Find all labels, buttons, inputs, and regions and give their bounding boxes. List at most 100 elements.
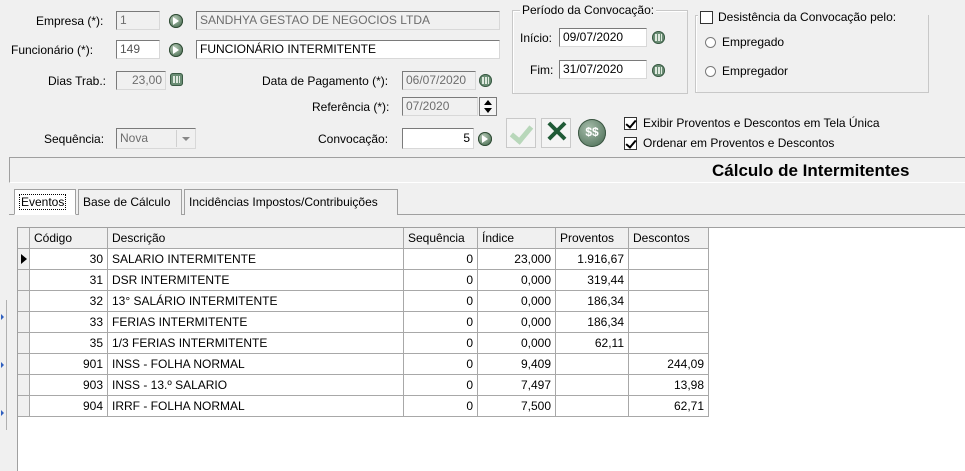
cell-indice[interactable]: 9,409: [478, 354, 556, 375]
radio-empregador[interactable]: [705, 66, 716, 77]
tab-incidencias[interactable]: Incidências Impostos/Contribuições: [184, 189, 398, 215]
cell-codigo[interactable]: 901: [30, 354, 108, 375]
cell-codigo[interactable]: 904: [30, 396, 108, 417]
referencia-spinner[interactable]: [479, 97, 497, 116]
column-header-proventos[interactable]: Proventos: [556, 228, 629, 249]
cell-descontos[interactable]: [629, 249, 709, 270]
cell-proventos[interactable]: 186,34: [556, 312, 629, 333]
cell-proventos[interactable]: 1.916,67: [556, 249, 629, 270]
data-pagamento-calendar-icon[interactable]: [479, 74, 492, 87]
funcionario-code-field[interactable]: 149: [116, 40, 160, 59]
column-header-indice[interactable]: Índice: [478, 228, 556, 249]
cell-indice[interactable]: 7,497: [478, 375, 556, 396]
cell-sequencia[interactable]: 0: [404, 354, 478, 375]
row-indicator[interactable]: [18, 375, 30, 396]
cell-sequencia[interactable]: 0: [404, 312, 478, 333]
empresa-lookup-icon[interactable]: [169, 14, 183, 28]
money-button[interactable]: $$: [578, 119, 606, 147]
inicio-field[interactable]: 09/07/2020: [559, 28, 647, 47]
splitter-handle[interactable]: [0, 300, 7, 430]
cancel-x-icon: ✕: [544, 116, 570, 150]
cell-proventos[interactable]: [556, 354, 629, 375]
inicio-calendar-icon[interactable]: [652, 31, 665, 44]
cell-codigo[interactable]: 35: [30, 333, 108, 354]
cell-proventos[interactable]: 186,34: [556, 291, 629, 312]
cell-codigo[interactable]: 33: [30, 312, 108, 333]
cell-sequencia[interactable]: 0: [404, 291, 478, 312]
cell-codigo[interactable]: 903: [30, 375, 108, 396]
empresa-name-field[interactable]: SANDHYA GESTAO DE NEGOCIOS LTDA: [196, 11, 500, 30]
row-indicator[interactable]: [18, 354, 30, 375]
cell-indice[interactable]: 0,000: [478, 333, 556, 354]
column-header-codigo[interactable]: Código: [30, 228, 108, 249]
convocacao-lookup-icon[interactable]: [478, 132, 492, 146]
cell-descricao[interactable]: INSS - 13.º SALARIO: [108, 375, 404, 396]
column-header-descricao[interactable]: Descrição: [108, 228, 404, 249]
cell-descontos[interactable]: 244,09: [629, 354, 709, 375]
cell-indice[interactable]: 7,500: [478, 396, 556, 417]
fim-calendar-icon[interactable]: [652, 64, 665, 77]
cell-descricao[interactable]: IRRF - FOLHA NORMAL: [108, 396, 404, 417]
cell-descontos[interactable]: [629, 291, 709, 312]
calculator-icon[interactable]: [170, 73, 183, 86]
data-pagamento-label: Data de Pagamento (*):: [262, 74, 388, 88]
row-indicator[interactable]: [18, 312, 30, 333]
cell-descontos[interactable]: [629, 270, 709, 291]
exibir-checkbox[interactable]: [624, 117, 637, 130]
cell-sequencia[interactable]: 0: [404, 396, 478, 417]
cell-sequencia[interactable]: 0: [404, 333, 478, 354]
empresa-code-field[interactable]: 1: [116, 11, 160, 30]
events-grid[interactable]: Código Descrição Sequência Índice Proventos D…: [17, 227, 965, 471]
spin-up-icon[interactable]: [484, 100, 492, 105]
cancel-button[interactable]: ✕: [541, 118, 571, 148]
cell-descontos[interactable]: [629, 312, 709, 333]
column-header-descontos[interactable]: Descontos: [629, 228, 709, 249]
row-indicator[interactable]: [18, 291, 30, 312]
funcionario-lookup-icon[interactable]: [169, 43, 183, 57]
data-pagamento-field[interactable]: 06/07/2020: [402, 71, 476, 90]
tab-base-calculo[interactable]: Base de Cálculo: [78, 189, 182, 215]
chevron-down-icon[interactable]: [176, 130, 194, 147]
cell-sequencia[interactable]: 0: [404, 270, 478, 291]
cell-descricao[interactable]: 13° SALÁRIO INTERMITENTE: [108, 291, 404, 312]
cell-sequencia[interactable]: 0: [404, 375, 478, 396]
desistencia-checkbox[interactable]: [700, 11, 713, 24]
confirm-button[interactable]: [506, 118, 536, 148]
tab-eventos[interactable]: Eventos: [14, 189, 76, 215]
cell-proventos[interactable]: 62,11: [556, 333, 629, 354]
cell-indice[interactable]: 0,000: [478, 291, 556, 312]
fim-field[interactable]: 31/07/2020: [559, 60, 647, 79]
radio-empregado[interactable]: [705, 37, 716, 48]
column-header-marker-col[interactable]: [18, 228, 30, 249]
ordenar-checkbox[interactable]: [624, 137, 637, 150]
cell-indice[interactable]: 23,000: [478, 249, 556, 270]
cell-descricao[interactable]: DSR INTERMITENTE: [108, 270, 404, 291]
cell-proventos[interactable]: [556, 396, 629, 417]
cell-descricao[interactable]: SALARIO INTERMITENTE: [108, 249, 404, 270]
cell-codigo[interactable]: 32: [30, 291, 108, 312]
row-indicator[interactable]: [18, 270, 30, 291]
cell-descontos[interactable]: [629, 333, 709, 354]
cell-indice[interactable]: 0,000: [478, 312, 556, 333]
cell-codigo[interactable]: 31: [30, 270, 108, 291]
dias-trab-field[interactable]: 23,00: [116, 71, 166, 90]
cell-proventos[interactable]: 319,44: [556, 270, 629, 291]
row-indicator[interactable]: [18, 396, 30, 417]
cell-descontos[interactable]: 62,71: [629, 396, 709, 417]
cell-descricao[interactable]: 1/3 FERIAS INTERMITENTE: [108, 333, 404, 354]
funcionario-name-field[interactable]: FUNCIONÁRIO INTERMITENTE: [196, 40, 500, 59]
cell-indice[interactable]: 0,000: [478, 270, 556, 291]
referencia-field[interactable]: 07/2020: [402, 97, 478, 116]
spin-down-icon[interactable]: [484, 108, 492, 113]
cell-sequencia[interactable]: 0: [404, 249, 478, 270]
cell-descricao[interactable]: INSS - FOLHA NORMAL: [108, 354, 404, 375]
row-indicator[interactable]: [18, 249, 30, 270]
cell-codigo[interactable]: 30: [30, 249, 108, 270]
column-header-sequencia[interactable]: Sequência: [404, 228, 478, 249]
row-indicator[interactable]: [18, 333, 30, 354]
cell-descontos[interactable]: 13,98: [629, 375, 709, 396]
cell-descricao[interactable]: FERIAS INTERMITENTE: [108, 312, 404, 333]
convocacao-field[interactable]: 5: [402, 128, 474, 149]
sequencia-select[interactable]: Nova: [116, 128, 196, 149]
cell-proventos[interactable]: [556, 375, 629, 396]
